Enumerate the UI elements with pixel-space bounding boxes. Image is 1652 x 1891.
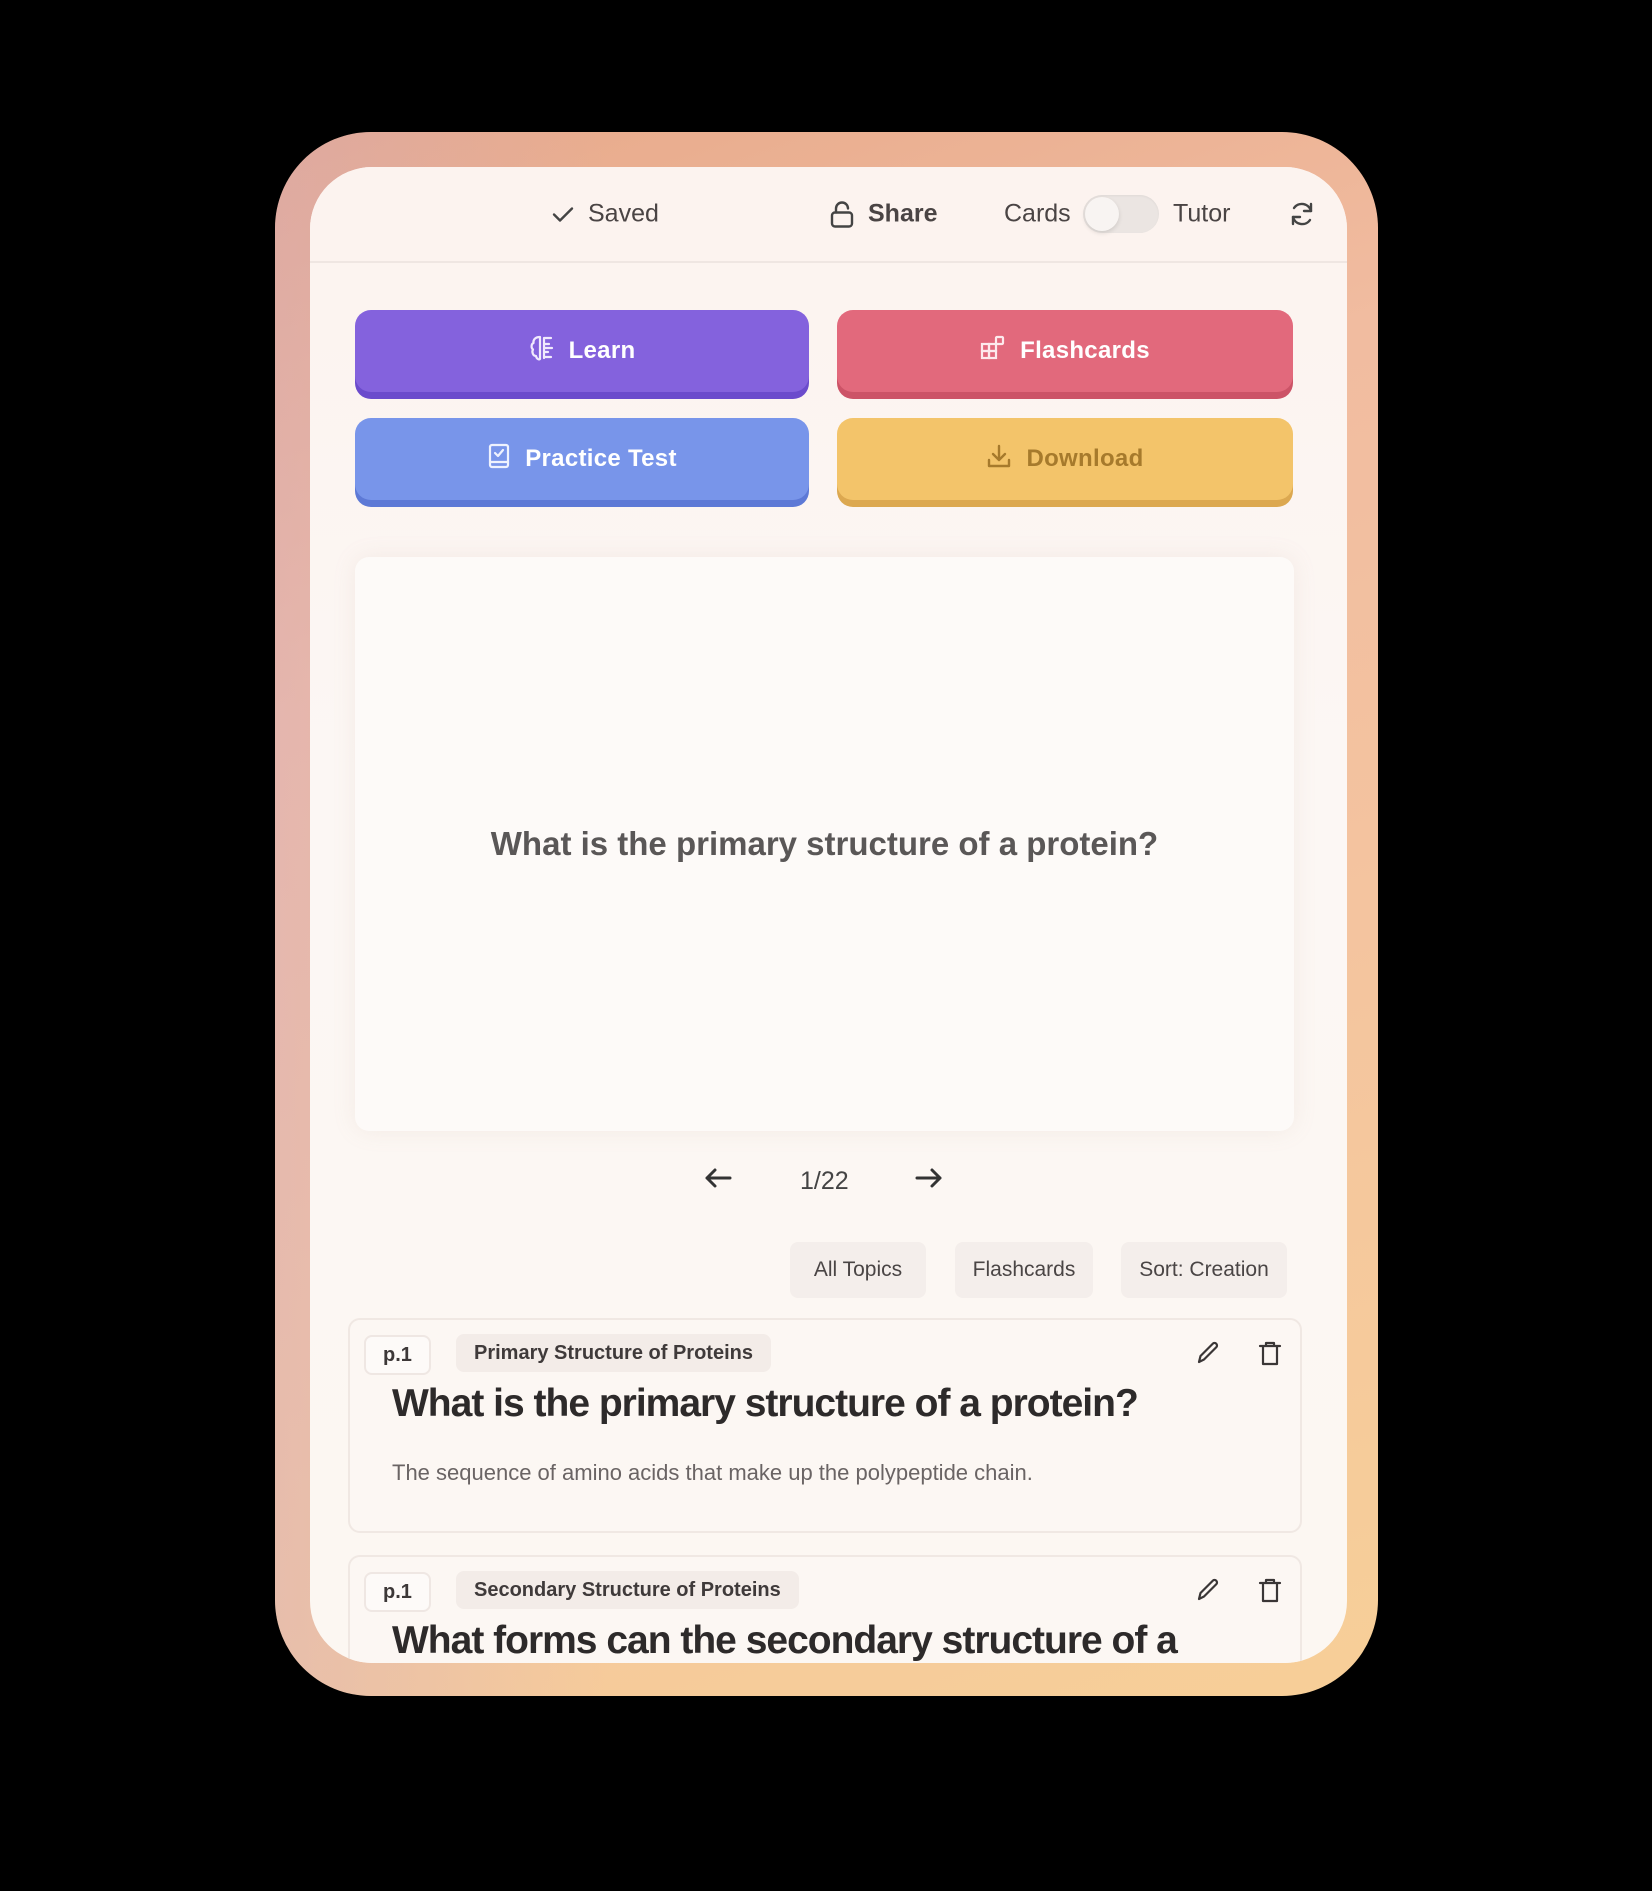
card-list-item[interactable]: p.1 Secondary Structure of Proteins What… [348, 1555, 1302, 1663]
top-bar: Saved Share Cards Tutor [310, 167, 1347, 263]
card-question: What is the primary structure of a prote… [392, 1382, 1139, 1425]
page-badge: p.1 [364, 1572, 431, 1612]
toggle-knob [1085, 197, 1119, 231]
app-screen: Saved Share Cards Tutor Learn Flashcards… [310, 167, 1347, 1663]
mode-cards-label: Cards [1004, 199, 1071, 228]
arrow-right-icon [915, 1168, 942, 1188]
learn-label: Learn [568, 337, 636, 364]
topic-tag: Secondary Structure of Proteins [456, 1571, 799, 1609]
card-question: What forms can the secondary structure o… [392, 1619, 1178, 1662]
edit-button[interactable] [1191, 1573, 1225, 1607]
practice-test-label: Practice Test [525, 445, 677, 472]
topics-filter[interactable]: All Topics [790, 1242, 926, 1298]
refresh-icon [1288, 200, 1316, 228]
trash-icon [1258, 1578, 1282, 1603]
refresh-button[interactable] [1288, 200, 1316, 228]
download-icon [986, 443, 1026, 476]
type-filter[interactable]: Flashcards [955, 1242, 1093, 1298]
delete-button[interactable] [1253, 1573, 1287, 1607]
saved-label: Saved [588, 199, 659, 228]
sort-filter[interactable]: Sort: Creation [1121, 1242, 1287, 1298]
download-label: Download [1026, 445, 1144, 472]
card-counter: 1/22 [800, 1167, 849, 1195]
flashcards-label: Flashcards [1020, 337, 1150, 364]
share-button[interactable]: Share [830, 200, 937, 229]
cards-tutor-toggle[interactable] [1083, 195, 1159, 233]
brain-icon [529, 334, 569, 369]
delete-button[interactable] [1253, 1336, 1287, 1370]
card-answer: The sequence of amino acids that make up… [392, 1460, 1033, 1485]
edit-button[interactable] [1191, 1336, 1225, 1370]
next-card-button[interactable] [914, 1164, 944, 1198]
mode-tutor-label: Tutor [1173, 199, 1231, 228]
share-label: Share [868, 199, 938, 228]
clipboard-check-icon [487, 442, 525, 477]
flashcards-button[interactable]: Flashcards [837, 310, 1293, 392]
topic-tag: Primary Structure of Proteins [456, 1334, 771, 1372]
flashcard-viewer[interactable]: What is the primary structure of a prote… [355, 557, 1294, 1131]
arrow-left-icon [705, 1168, 732, 1188]
unlock-icon [830, 200, 854, 228]
saved-status: Saved [552, 200, 659, 229]
learn-button[interactable]: Learn [355, 310, 809, 392]
download-button[interactable]: Download [837, 418, 1293, 500]
previous-card-button[interactable] [703, 1164, 733, 1198]
card-list-item[interactable]: p.1 Primary Structure of Proteins What i… [348, 1318, 1302, 1533]
pencil-icon [1197, 1341, 1219, 1364]
trash-icon [1258, 1341, 1282, 1366]
blocks-icon [980, 335, 1020, 368]
flashcard-question: What is the primary structure of a prote… [490, 825, 1159, 862]
check-icon [552, 205, 574, 223]
practice-test-button[interactable]: Practice Test [355, 418, 809, 500]
page-badge: p.1 [364, 1335, 431, 1375]
pencil-icon [1197, 1578, 1219, 1601]
